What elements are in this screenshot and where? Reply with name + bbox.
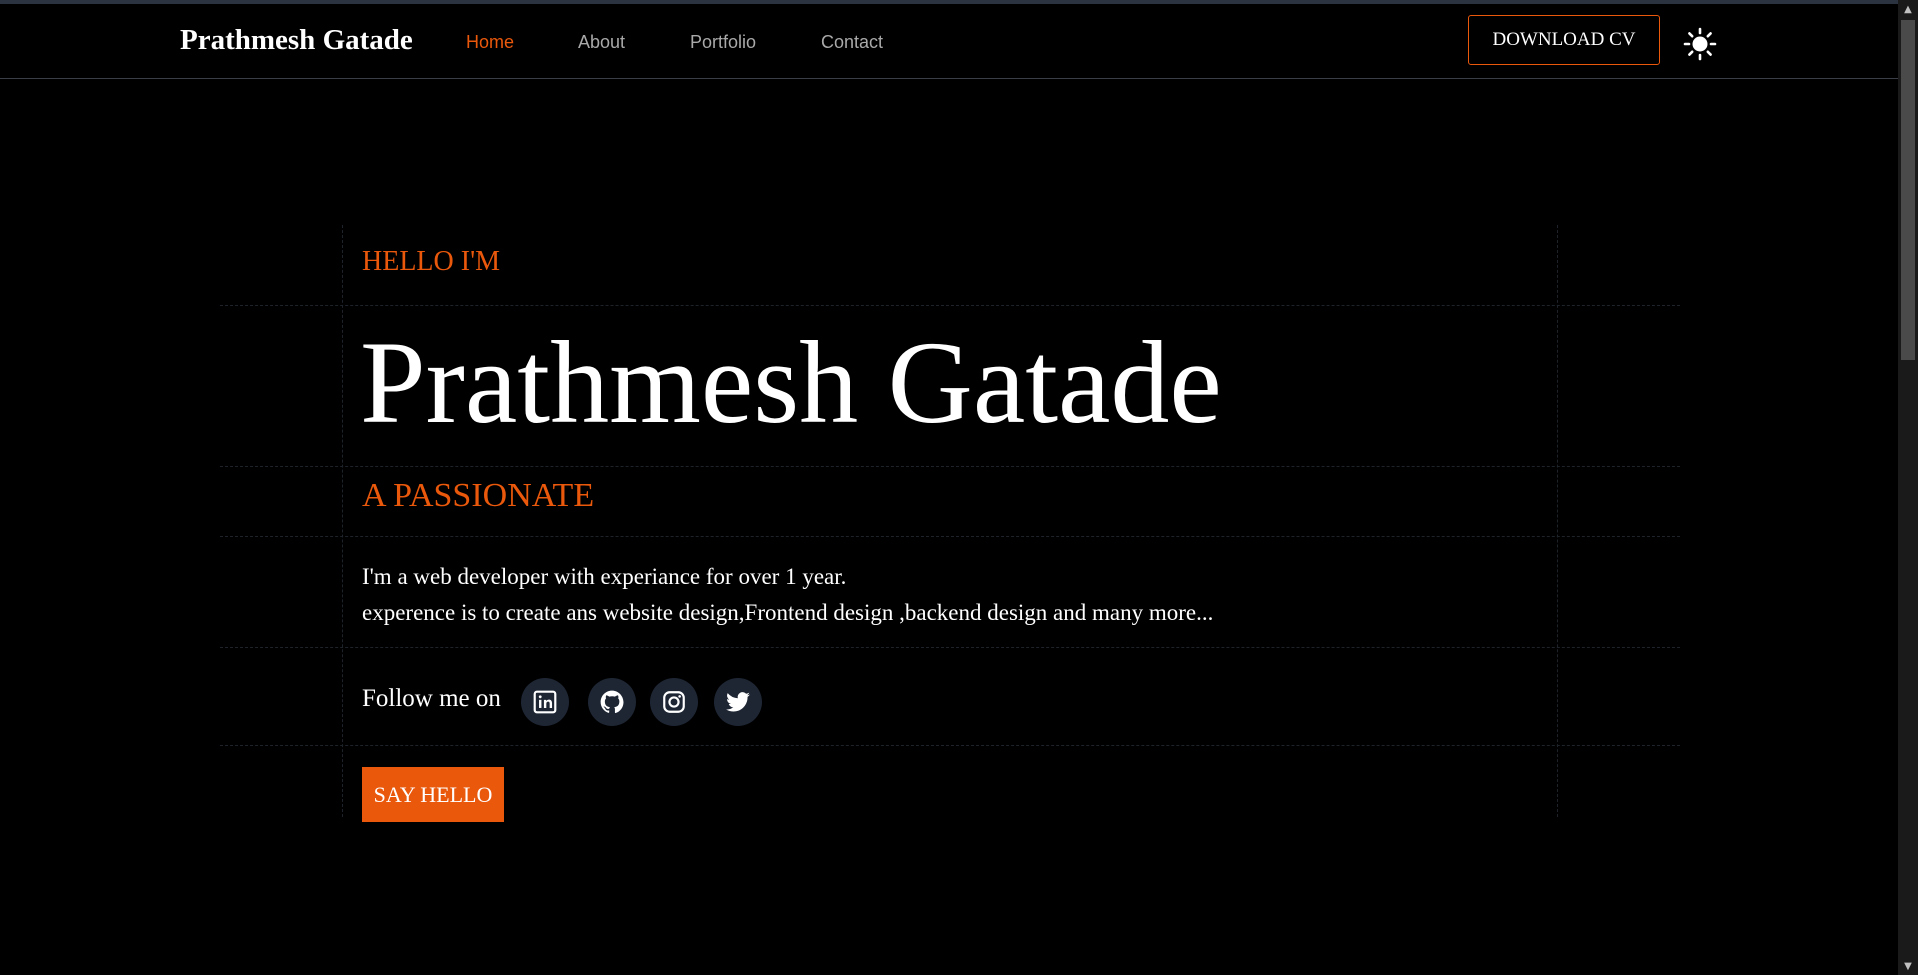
scroll-up-icon[interactable]: ▲ xyxy=(1898,0,1918,18)
hero-name: Prathmesh Gatade xyxy=(360,317,1222,448)
hero-description-line: experence is to create ans website desig… xyxy=(362,600,1214,625)
github-link[interactable] xyxy=(588,678,636,726)
hero-greeting: HELLO I'M xyxy=(362,246,501,277)
nav-link-portfolio[interactable]: Portfolio xyxy=(690,32,756,53)
say-hello-button[interactable]: SAY HELLO xyxy=(362,767,504,822)
sun-icon xyxy=(1683,27,1717,61)
guide-line-vertical-right xyxy=(1557,225,1558,817)
github-icon xyxy=(600,690,624,714)
theme-toggle-button[interactable] xyxy=(1683,27,1717,61)
download-cv-button[interactable]: DOWNLOAD CV xyxy=(1468,15,1660,65)
nav-link-contact[interactable]: Contact xyxy=(821,32,883,53)
follow-label: Follow me on xyxy=(362,685,501,712)
guide-line-vertical-left xyxy=(342,225,343,817)
guide-line-horizontal xyxy=(220,305,1680,306)
scroll-down-icon[interactable]: ▼ xyxy=(1898,957,1918,975)
instagram-icon xyxy=(663,691,685,713)
guide-line-horizontal xyxy=(220,745,1680,746)
guide-line-horizontal xyxy=(220,466,1680,467)
scrollbar-thumb[interactable] xyxy=(1901,20,1915,360)
hero-description: I'm a web developer with experiance for … xyxy=(362,559,1213,631)
linkedin-link[interactable] xyxy=(521,678,569,726)
guide-line-horizontal xyxy=(220,647,1680,648)
navbar: Prathmesh Gatade Home About Portfolio Co… xyxy=(0,4,1898,79)
brand-logo[interactable]: Prathmesh Gatade xyxy=(180,24,413,57)
linkedin-icon xyxy=(533,690,557,714)
guide-line-horizontal xyxy=(220,536,1680,537)
hero-tagline: A PASSIONATE xyxy=(362,477,595,514)
scrollbar[interactable]: ▲ ▼ xyxy=(1898,0,1918,975)
nav-link-home[interactable]: Home xyxy=(466,32,514,53)
twitter-link[interactable] xyxy=(714,678,762,726)
hero-description-line: I'm a web developer with experiance for … xyxy=(362,564,847,589)
instagram-link[interactable] xyxy=(650,678,698,726)
twitter-icon xyxy=(726,692,750,712)
nav-link-about[interactable]: About xyxy=(578,32,625,53)
